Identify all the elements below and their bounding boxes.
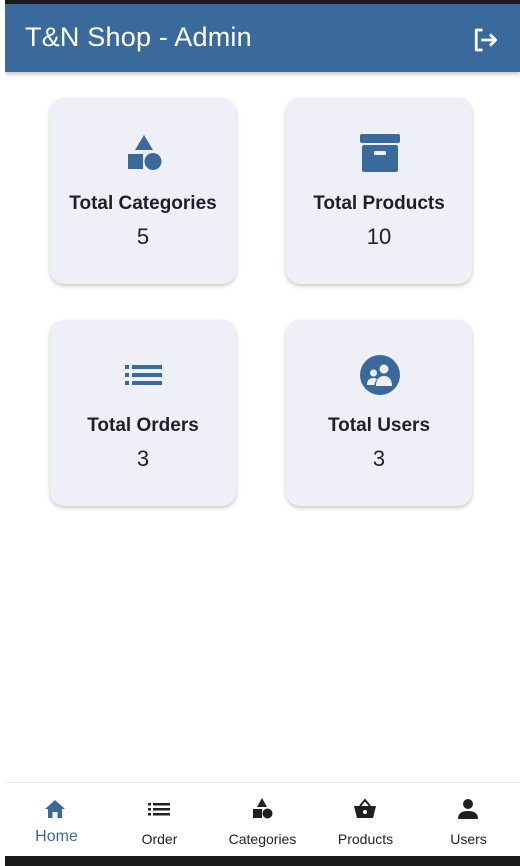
nav-item-users[interactable]: Users bbox=[417, 783, 520, 856]
card-value: 10 bbox=[366, 224, 392, 249]
nav-label: Order bbox=[141, 831, 178, 847]
nav-label: Users bbox=[450, 831, 487, 847]
nav-label: Home bbox=[35, 828, 78, 845]
nav-item-home[interactable]: Home bbox=[5, 783, 108, 856]
archive-box-icon bbox=[360, 134, 400, 172]
app-bar: T&N Shop - Admin bbox=[5, 4, 520, 72]
shapes-icon bbox=[128, 135, 162, 170]
card-value: 5 bbox=[136, 224, 150, 249]
card-label: Total Orders bbox=[87, 415, 199, 436]
logout-icon bbox=[474, 28, 497, 52]
app-window: T&N Shop - Admin Total Categories 5 Tota… bbox=[5, 4, 520, 856]
person-icon bbox=[458, 799, 478, 819]
nav-item-products[interactable]: Products bbox=[314, 783, 417, 856]
list-icon bbox=[148, 803, 170, 816]
list-icon bbox=[125, 365, 162, 385]
shapes-icon bbox=[253, 798, 273, 819]
card-value: 3 bbox=[372, 446, 386, 471]
app-title: T&N Shop - Admin bbox=[25, 22, 252, 52]
logout-button[interactable] bbox=[470, 25, 500, 55]
card-label: Total Products bbox=[313, 193, 445, 214]
home-icon bbox=[45, 800, 65, 818]
card-total-products[interactable]: Total Products 10 bbox=[286, 98, 472, 284]
card-total-categories[interactable]: Total Categories 5 bbox=[50, 98, 236, 284]
basket-icon bbox=[354, 798, 376, 818]
nav-item-categories[interactable]: Categories bbox=[211, 783, 314, 856]
users-group-icon bbox=[360, 355, 400, 395]
bottom-navigation: Home Order Categories Products Users bbox=[5, 782, 520, 856]
card-label: Total Categories bbox=[69, 193, 217, 214]
nav-label: Categories bbox=[228, 831, 297, 847]
card-value: 3 bbox=[136, 446, 150, 471]
card-total-users[interactable]: Total Users 3 bbox=[286, 320, 472, 506]
nav-label: Products bbox=[337, 831, 394, 847]
card-total-orders[interactable]: Total Orders 3 bbox=[50, 320, 236, 506]
nav-item-order[interactable]: Order bbox=[108, 783, 211, 856]
card-label: Total Users bbox=[327, 415, 431, 436]
